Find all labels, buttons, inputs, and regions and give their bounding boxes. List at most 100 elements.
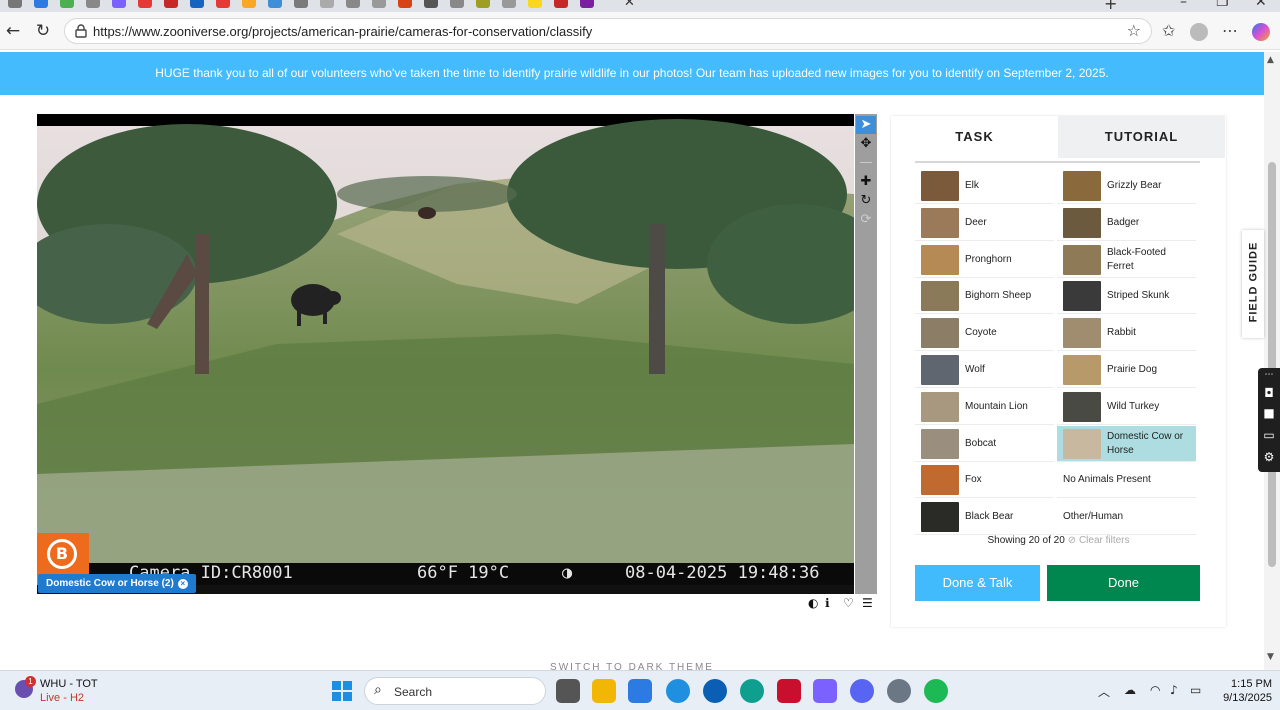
species-choice-black-footed-ferret[interactable]: Black-Footed Ferret [1057, 242, 1196, 278]
camera-icon[interactable]: ◘ [1262, 386, 1276, 400]
species-choice-elk[interactable]: Elk [915, 168, 1054, 204]
edge-browser-icon[interactable] [740, 679, 764, 703]
more-menu-icon[interactable]: ⋯ [1222, 21, 1238, 40]
window-icon[interactable]: ▭ [1262, 428, 1276, 442]
favorites-icon[interactable]: ✩ [1162, 21, 1175, 40]
volume-icon[interactable]: ♪ [1170, 683, 1178, 697]
widget-title[interactable]: WHU - TOT [40, 678, 98, 690]
site-info-icon[interactable] [73, 23, 89, 39]
move-tool-icon[interactable]: ✥ [856, 135, 876, 153]
species-choice-pronghorn[interactable]: Pronghorn [915, 242, 1054, 278]
species-choice-fox[interactable]: Fox [915, 462, 1054, 499]
clear-filters-link[interactable]: ⊘ Clear filters [1068, 535, 1130, 546]
browser-tab-favicon[interactable] [268, 0, 282, 8]
browser-tab-favicon[interactable] [346, 0, 360, 8]
settings-icon[interactable] [887, 679, 911, 703]
species-choice-prairie-dog[interactable]: Prairie Dog [1057, 352, 1196, 388]
field-guide-tab[interactable]: FIELD GUIDE [1242, 230, 1264, 338]
reload-icon[interactable]: ↻ [32, 20, 54, 42]
browser-tab-favicon[interactable] [34, 0, 48, 8]
scrollbar-thumb[interactable] [1268, 162, 1276, 567]
browser-tab-favicon[interactable] [424, 0, 438, 8]
side-expand-icon[interactable]: ⋯ [1262, 370, 1276, 380]
spotify-icon[interactable] [924, 679, 948, 703]
tab-tutorial[interactable]: TUTORIAL [1058, 116, 1225, 158]
system-clock[interactable]: 1:15 PM 9/13/2025 [1212, 677, 1272, 705]
cloud-icon[interactable]: ☁ [1124, 683, 1136, 697]
profile-avatar[interactable] [1190, 23, 1208, 41]
subject-image-viewer[interactable]: Camera ID:CR8001 66°F 19°C ◑ 08-04-2025 … [37, 114, 854, 594]
widget-app-icon[interactable]: 1 [15, 676, 36, 698]
scroll-down-icon[interactable]: ▼ [1267, 652, 1274, 662]
species-choice-grizzly-bear[interactable]: Grizzly Bear [1057, 168, 1196, 204]
info-icon[interactable]: ℹ [825, 596, 830, 610]
collections-icon[interactable]: ☰ [862, 596, 873, 610]
tray-overflow-icon[interactable]: ︿ [1098, 683, 1110, 700]
done-button[interactable]: Done [1047, 565, 1200, 601]
browser-tab-favicon[interactable] [294, 0, 308, 8]
subject-annotation-tag[interactable]: Domestic Cow or Horse (2) × [38, 574, 196, 593]
wifi-icon[interactable]: ◠ [1150, 683, 1160, 697]
species-choice-mountain-lion[interactable]: Mountain Lion [915, 389, 1054, 425]
species-choice-bobcat[interactable]: Bobcat [915, 426, 1054, 462]
maximize-icon[interactable]: ❐ [1216, 0, 1229, 10]
new-tab-icon[interactable]: + [1104, 0, 1117, 12]
browser-tab-favicon[interactable] [476, 0, 490, 8]
species-choice-other-human[interactable]: Other/Human [1057, 499, 1196, 536]
minimize-icon[interactable]: – [1180, 0, 1187, 10]
browser-tab-favicon[interactable] [242, 0, 256, 8]
done-and-talk-button[interactable]: Done & Talk [915, 565, 1040, 601]
species-choice-domestic-cow-or-horse[interactable]: Domestic Cow or Horse [1057, 425, 1196, 462]
windows-start-icon[interactable] [332, 681, 352, 701]
close-tab-icon[interactable]: ✕ [624, 0, 635, 10]
settings-gear-icon[interactable]: ⚙ [1262, 450, 1276, 464]
file-explorer-icon[interactable] [592, 679, 616, 703]
browser-tab-favicon[interactable] [450, 0, 464, 8]
scroll-up-icon[interactable]: ▲ [1267, 55, 1274, 65]
widget-subtitle[interactable]: Live - H2 [40, 692, 84, 704]
back-icon[interactable]: ← [2, 20, 24, 42]
species-choice-badger[interactable]: Badger [1057, 205, 1196, 241]
video-icon[interactable]: ■ [1262, 406, 1276, 420]
task-view-icon[interactable] [556, 679, 580, 703]
url-input[interactable]: https://www.zooniverse.org/projects/amer… [64, 18, 1152, 44]
zoom-out-icon[interactable]: — [856, 154, 876, 172]
browser-tab-favicon[interactable] [112, 0, 126, 8]
browser-tab-favicon[interactable] [60, 0, 74, 8]
help-icon[interactable] [666, 679, 690, 703]
species-choice-deer[interactable]: Deer [915, 205, 1054, 241]
species-choice-black-bear[interactable]: Black Bear [915, 499, 1054, 536]
browser-tab-favicon[interactable] [554, 0, 568, 8]
tab-task[interactable]: TASK [891, 116, 1058, 158]
rotate-icon[interactable]: ↻ [856, 192, 876, 210]
browser-tab-favicon[interactable] [398, 0, 412, 8]
battery-icon[interactable]: ▭ [1190, 683, 1201, 697]
browser-tab-favicon[interactable] [86, 0, 100, 8]
zoom-in-icon[interactable]: ✚ [856, 173, 876, 191]
remove-tag-icon[interactable]: × [177, 579, 188, 589]
favorite-heart-icon[interactable]: ♡ [843, 596, 854, 610]
taskbar-search[interactable]: ⌕ Search [364, 677, 546, 705]
browser-tab-favicon[interactable] [8, 0, 22, 8]
species-choice-rabbit[interactable]: Rabbit [1057, 315, 1196, 352]
browser-tab-favicon[interactable] [164, 0, 178, 8]
mcafee-icon[interactable] [777, 679, 801, 703]
reset-view-icon[interactable]: ⟳ [856, 211, 876, 229]
browser-tab-favicon[interactable] [502, 0, 516, 8]
hp-icon[interactable] [703, 679, 727, 703]
species-choice-coyote[interactable]: Coyote [915, 315, 1054, 352]
species-choice-wolf[interactable]: Wolf [915, 352, 1054, 388]
favorite-star-icon[interactable]: ☆ [1127, 21, 1141, 40]
store-icon[interactable] [628, 679, 652, 703]
species-choice-bighorn-sheep[interactable]: Bighorn Sheep [915, 278, 1054, 315]
browser-tab-favicon[interactable] [320, 0, 334, 8]
copilot-app-icon[interactable] [813, 679, 837, 703]
species-choice-no-animals-present[interactable]: No Animals Present [1057, 462, 1196, 499]
window-close-icon[interactable]: ✕ [1255, 0, 1267, 10]
copilot-icon[interactable] [1252, 23, 1270, 41]
browser-tab-favicon[interactable] [372, 0, 386, 8]
browser-tab-favicon[interactable] [528, 0, 542, 8]
page-scrollbar[interactable]: ▲ ▼ [1264, 52, 1280, 670]
invert-icon[interactable]: ◐ [808, 596, 818, 610]
browser-tab-favicon[interactable] [190, 0, 204, 8]
